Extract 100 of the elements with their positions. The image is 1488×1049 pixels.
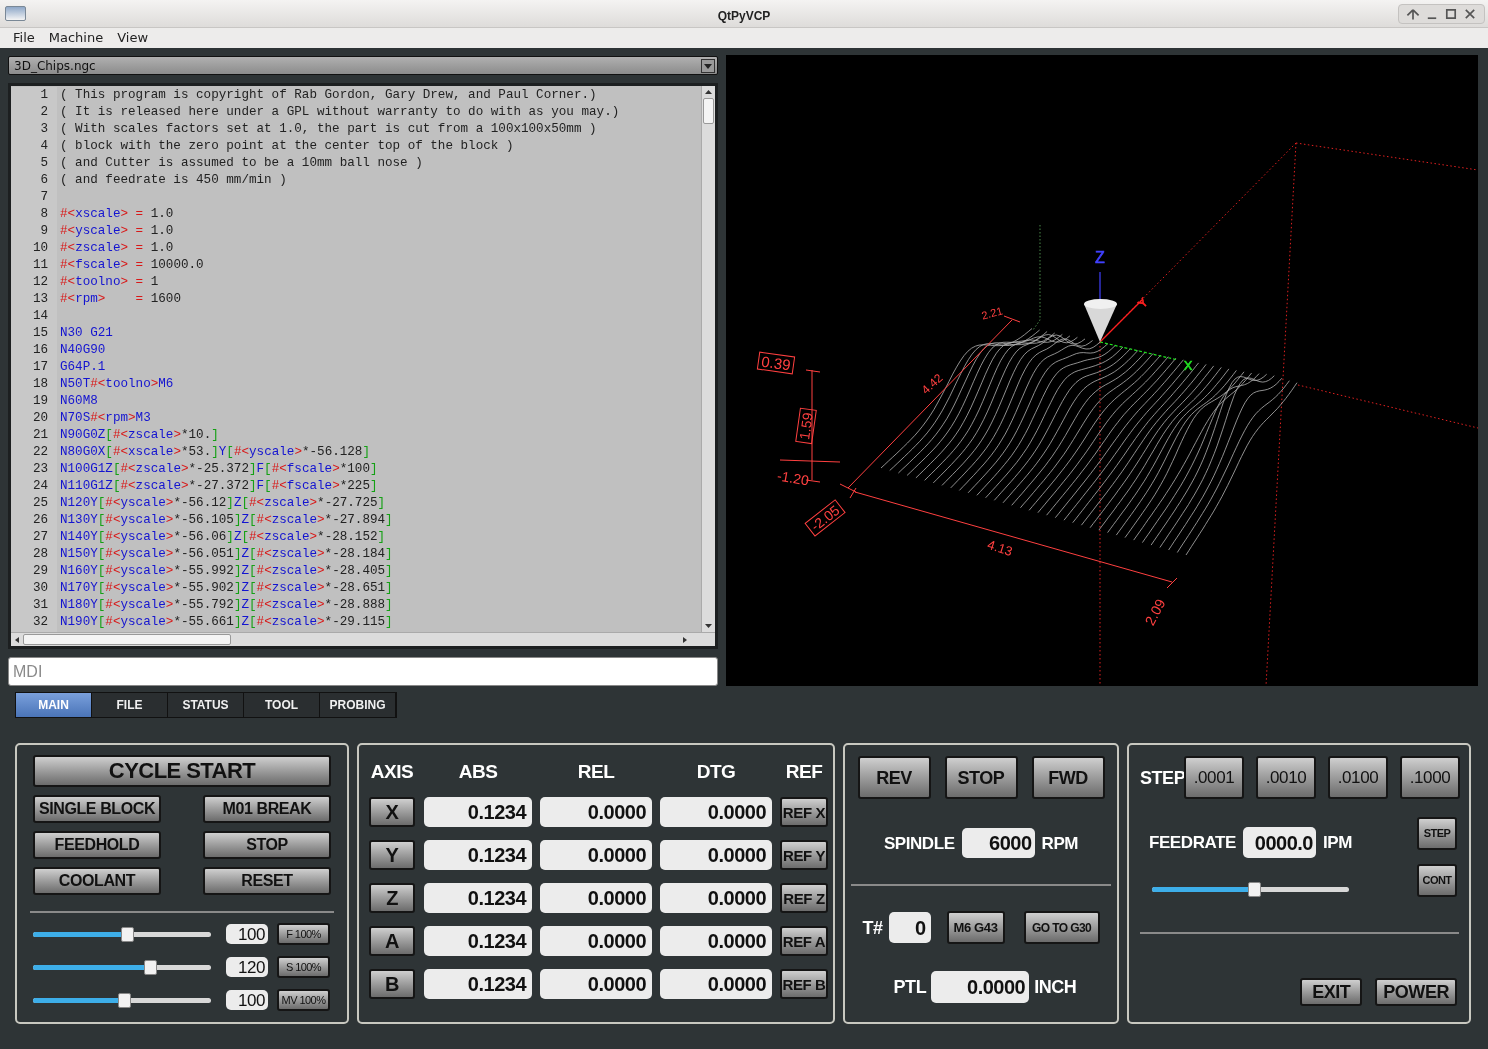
position-readout: 0.0000 — [660, 797, 772, 827]
position-readout: 0.0000 — [540, 926, 652, 956]
spindle-direction-button[interactable]: FWD — [1031, 756, 1105, 799]
jog-mode-button[interactable]: CONT — [1417, 864, 1457, 897]
tab[interactable]: PROBING — [320, 693, 396, 717]
home-axis-button[interactable]: REF Y — [780, 840, 828, 870]
program-button[interactable]: SINGLE BLOCK — [33, 795, 161, 823]
slider[interactable] — [33, 926, 211, 942]
override-reset-button[interactable]: S 100% — [277, 956, 330, 978]
program-button[interactable]: M01 BREAK — [203, 795, 331, 823]
cycle-start-button[interactable]: CYCLE START — [33, 755, 331, 787]
code-line: N170Y[#<yscale>*-55.902]Z[#<zscale>*-28.651] — [60, 581, 393, 595]
program-button[interactable]: STOP — [203, 831, 331, 859]
machine-button[interactable]: EXIT — [1300, 978, 1363, 1006]
axis-button[interactable]: Y — [369, 840, 415, 870]
file-dropdown[interactable]: 3D_Chips.ngc — [8, 56, 718, 75]
scrollbar-handle[interactable] — [703, 98, 714, 124]
line-number: 31 — [32, 597, 48, 614]
axis-button[interactable]: A — [369, 926, 415, 956]
line-number: 5 — [40, 155, 48, 172]
line-number: 13 — [32, 291, 48, 308]
column-header: AXIS — [369, 762, 415, 784]
step-size-button[interactable]: .0001 — [1184, 756, 1244, 799]
axis-button[interactable]: B — [369, 969, 415, 999]
line-number: 12 — [32, 274, 48, 291]
dropdown-caret-icon — [701, 58, 715, 73]
code-line: N60M8 — [60, 394, 98, 408]
position-readout: 0.0000 — [540, 840, 652, 870]
column-header: REF — [784, 762, 824, 784]
program-button[interactable]: FEEDHOLD — [33, 831, 161, 859]
step-size-button[interactable]: .1000 — [1400, 756, 1460, 799]
code-line: ( With scales factors set at 1.0, the part is cut from a 100x100x50mm ) — [60, 122, 597, 136]
program-button[interactable]: RESET — [203, 867, 331, 895]
slider-handle[interactable] — [121, 926, 135, 942]
menu-item[interactable]: Machine — [42, 28, 110, 48]
home-axis-button[interactable]: REF Z — [780, 883, 828, 913]
step-size-button[interactable]: .0100 — [1328, 756, 1388, 799]
vertical-scrollbar[interactable] — [701, 86, 715, 632]
position-readout: 0.0000 — [660, 926, 772, 956]
dimension-label: 1.59 — [795, 407, 817, 445]
tab[interactable]: STATUS — [168, 693, 244, 717]
slider-handle[interactable] — [117, 992, 131, 1008]
axis-label: X — [1183, 357, 1193, 373]
line-number: 18 — [32, 376, 48, 393]
feedrate-field: 0000.0 — [1242, 827, 1316, 858]
spindle-direction-button[interactable]: REV — [857, 756, 931, 799]
dimension-label: 0.39 — [756, 351, 796, 375]
line-number: 28 — [32, 546, 48, 563]
spindle-direction-button[interactable]: STOP — [944, 756, 1018, 799]
mdi-input-field[interactable]: MDI — [8, 657, 718, 686]
code-line: N150Y[#<yscale>*-56.051]Z[#<zscale>*-28.184] — [60, 547, 393, 561]
step-size-button[interactable]: .0010 — [1256, 756, 1316, 799]
feedrate-unit-label: IPM — [1322, 834, 1352, 851]
slider[interactable] — [33, 959, 211, 975]
jog-mode-button[interactable]: STEP — [1417, 817, 1457, 850]
ptl-unit-label: INCH — [1034, 978, 1077, 996]
slider[interactable] — [33, 992, 211, 1008]
dimension-label: 4.13 — [985, 536, 1015, 560]
home-axis-button[interactable]: REF B — [780, 969, 828, 999]
code-line: #<rpm> = 1600 — [60, 292, 181, 306]
ptl-field: 0.0000 — [931, 971, 1030, 1003]
feedrate-label: FEEDRATE — [1149, 834, 1236, 851]
code-line: ( It is released here under a GPL without warranty to do with as you may.) — [60, 105, 620, 119]
position-readout: 0.0000 — [660, 840, 772, 870]
code-line: N30 G21 — [60, 326, 113, 340]
home-axis-button[interactable]: REF X — [780, 797, 828, 827]
program-button[interactable]: COOLANT — [33, 867, 161, 895]
scrollbar-handle[interactable] — [23, 634, 231, 645]
slider-handle[interactable] — [1248, 882, 1262, 897]
code-line: N190Y[#<yscale>*-55.661]Z[#<zscale>*-29.115] — [60, 615, 393, 629]
override-value: 120 — [226, 957, 268, 977]
override-reset-button[interactable]: MV 100% — [277, 989, 330, 1011]
tab[interactable]: MAIN — [16, 693, 92, 717]
override-reset-button[interactable]: F 100% — [277, 923, 330, 945]
slider-handle[interactable] — [144, 959, 158, 975]
axis-button[interactable]: X — [369, 797, 415, 827]
code-editor[interactable] — [8, 83, 718, 649]
menu-item[interactable]: File — [7, 28, 41, 48]
line-number: 22 — [32, 444, 48, 461]
tab[interactable]: FILE — [92, 693, 168, 717]
slider[interactable] — [1152, 882, 1349, 897]
maximize-icon[interactable] — [1443, 6, 1459, 21]
axis-button[interactable]: Z — [369, 883, 415, 913]
maximize-up-icon[interactable] — [1405, 6, 1421, 21]
line-number: 8 — [40, 206, 48, 223]
code-line: #<yscale> = 1.0 — [60, 224, 174, 238]
position-readout: 0.0000 — [660, 883, 772, 913]
line-number: 27 — [32, 529, 48, 546]
machine-button[interactable]: POWER — [1375, 978, 1457, 1006]
go-to-g30-button[interactable]: GO TO G30 — [1023, 911, 1100, 944]
horizontal-scrollbar[interactable] — [11, 632, 715, 646]
menu-item[interactable]: View — [111, 28, 155, 48]
position-readout: 0.1234 — [424, 926, 532, 956]
close-icon[interactable] — [1462, 6, 1478, 21]
home-axis-button[interactable]: REF A — [780, 926, 828, 956]
position-readout: 0.1234 — [424, 883, 532, 913]
tool-change-button[interactable]: M6 G43 — [946, 911, 1005, 944]
line-number: 26 — [32, 512, 48, 529]
tab[interactable]: TOOL — [244, 693, 320, 717]
line-number: 15 — [32, 325, 48, 342]
